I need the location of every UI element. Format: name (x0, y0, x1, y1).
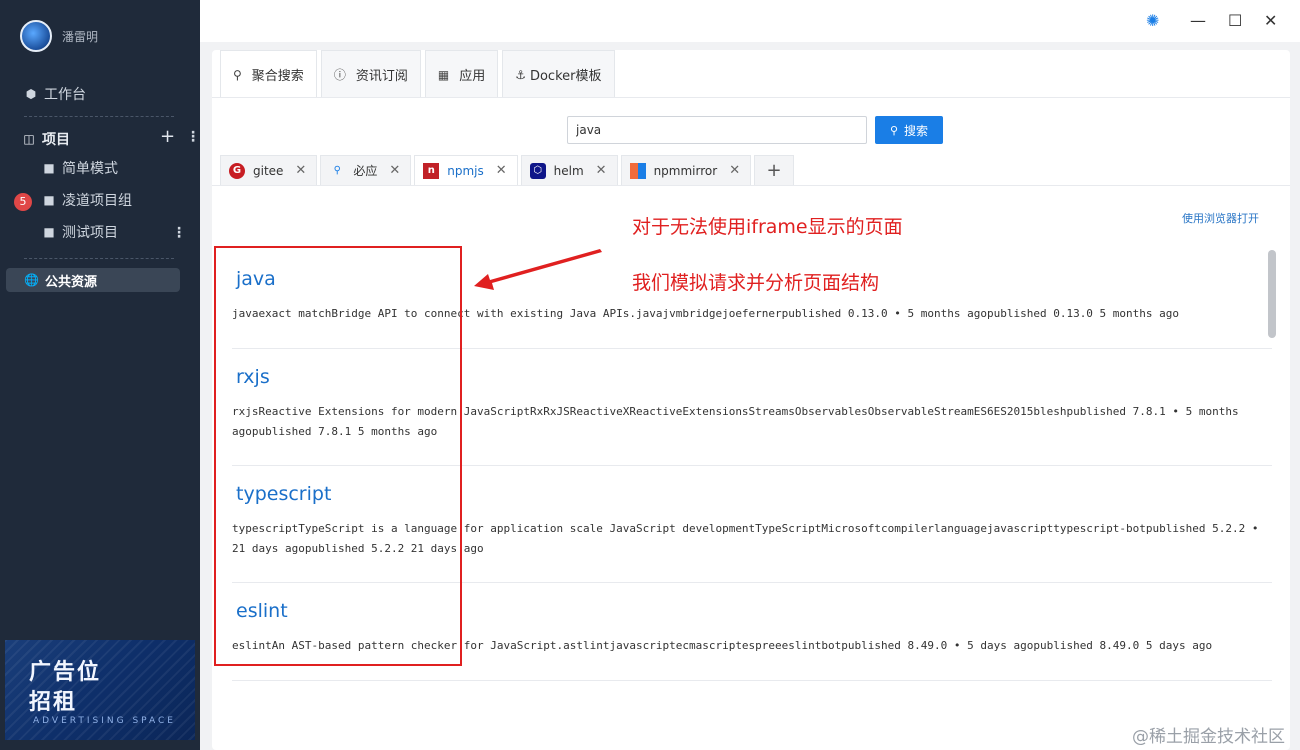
ad-line1: 广告位 (29, 660, 102, 685)
sidebar-item-label: 公共资源 (44, 274, 97, 290)
close-button[interactable]: ✕ (1264, 12, 1277, 30)
tab-label: 应用 (459, 69, 486, 84)
annotation-text-1: 对于无法使用iframe显示的页面 (632, 216, 903, 238)
close-icon[interactable]: ✕ (389, 163, 400, 178)
source-tab-label: 必应 (353, 164, 378, 178)
main-tabs: ⚲ 聚合搜索 ⓘ 资讯订阅 ▦ 应用 ⚓ Docker模板 (220, 50, 619, 98)
sidebar: 潘雷明 ⬢ 工作台 ◫ 项目 + ⋮ ■ 简单模式 5 ■ 凌道项目组 ■ 测试… (0, 0, 200, 750)
source-tab-npmjs[interactable]: n npmjs ✕ (414, 155, 518, 185)
search-icon: ⚲ (233, 67, 242, 82)
helm-icon: ⬡ (529, 162, 546, 179)
bug-icon[interactable]: ✺ (1146, 12, 1159, 30)
project-board-icon: ◫ (23, 132, 35, 146)
sidebar-item-lingdao-group[interactable]: ■ 凌道项目组 (0, 187, 200, 213)
source-tab-label: npmjs (447, 163, 484, 178)
sidebar-item-workspace[interactable]: ⬢ 工作台 (0, 81, 200, 107)
divider (232, 680, 1272, 681)
npm-icon: n (423, 162, 440, 179)
search-icon: ⚲ (889, 123, 899, 137)
open-in-browser-link[interactable]: 使用浏览器打开 (1182, 210, 1259, 226)
close-icon[interactable]: ✕ (295, 163, 306, 178)
close-icon[interactable]: ✕ (729, 163, 740, 178)
title-bar: ✺ — ☐ ✕ (200, 0, 1300, 42)
search-button-label: 搜索 (904, 123, 929, 138)
sidebar-item-label: 简单模式 (62, 161, 118, 177)
close-icon[interactable]: ✕ (496, 163, 507, 178)
tab-news-subscription[interactable]: ⓘ 资讯订阅 (320, 50, 421, 98)
gitee-icon: G (229, 162, 245, 179)
source-tab-label: npmmirror (653, 163, 718, 178)
user-profile[interactable]: 潘雷明 (20, 20, 98, 52)
tab-apps[interactable]: ▦ 应用 (424, 50, 499, 98)
more-vertical-icon[interactable]: ⋮ (172, 226, 186, 240)
add-project-button[interactable]: + (160, 128, 175, 146)
grid-icon: ▦ (437, 67, 450, 82)
source-tab-bing[interactable]: ⚲ 必应 ✕ (320, 155, 412, 185)
annotation-highlight-box (214, 246, 462, 666)
tab-docker-templates[interactable]: ⚓ Docker模板 (502, 50, 615, 98)
sidebar-item-simple-mode[interactable]: ■ 简单模式 (0, 155, 200, 181)
tab-aggregated-search[interactable]: ⚲ 聚合搜索 (220, 50, 317, 98)
ad-line2: 招租 (29, 690, 78, 715)
close-icon[interactable]: ✕ (596, 163, 607, 178)
minimize-button[interactable]: — (1190, 12, 1206, 30)
tab-label: 聚合搜索 (251, 69, 304, 84)
info-icon: ⓘ (333, 68, 346, 82)
more-vertical-icon[interactable]: ⋮ (186, 130, 200, 144)
npmmirror-icon (629, 162, 646, 179)
folder-icon: ■ (43, 193, 55, 207)
source-tab-label: helm (553, 163, 584, 178)
sidebar-item-label: 项目 (42, 132, 70, 148)
source-tab-label: gitee (253, 163, 284, 178)
source-tabs: G gitee ✕ ⚲ 必应 ✕ n npmjs ✕ ⬡ helm ✕ npmm… (220, 155, 797, 185)
folder-icon: ■ (43, 161, 55, 175)
sidebar-item-label: 测试项目 (62, 225, 118, 241)
sidebar-item-label: 工作台 (44, 87, 86, 103)
search-button[interactable]: ⚲ 搜索 (875, 116, 943, 144)
sidebar-item-label: 凌道项目组 (62, 193, 132, 209)
watermark: @稀土掘金技术社区 (1132, 727, 1285, 747)
search-input[interactable] (567, 116, 867, 144)
source-tab-npmmirror[interactable]: npmmirror ✕ (620, 155, 752, 185)
docker-icon: ⚓ (515, 67, 526, 82)
add-tab-button[interactable]: + (754, 155, 795, 185)
source-tab-helm[interactable]: ⬡ helm ✕ (520, 155, 618, 185)
divider (212, 185, 1290, 186)
username: 潘雷明 (62, 29, 99, 44)
source-tab-gitee[interactable]: G gitee ✕ (220, 155, 318, 185)
maximize-button[interactable]: ☐ (1228, 12, 1242, 30)
folder-icon: ■ (43, 225, 55, 239)
divider (24, 116, 174, 117)
ad-line3: ADVERTISING SPACE (33, 716, 176, 726)
avatar[interactable] (20, 20, 52, 52)
tab-label: Docker模板 (529, 69, 602, 84)
ad-banner[interactable]: 广告位 招租 ADVERTISING SPACE (5, 640, 195, 740)
divider (212, 97, 1290, 98)
tab-label: 资讯订阅 (355, 69, 408, 84)
sidebar-item-public-resources[interactable]: 🌐 公共资源 (6, 268, 180, 292)
cube-icon: ⬢ (25, 87, 37, 101)
globe-icon: 🌐 (24, 273, 39, 287)
divider (24, 258, 174, 259)
search-icon: ⚲ (333, 165, 341, 176)
sidebar-item-test-project[interactable]: ■ 测试项目 (0, 219, 200, 245)
scrollbar[interactable] (1268, 250, 1276, 338)
